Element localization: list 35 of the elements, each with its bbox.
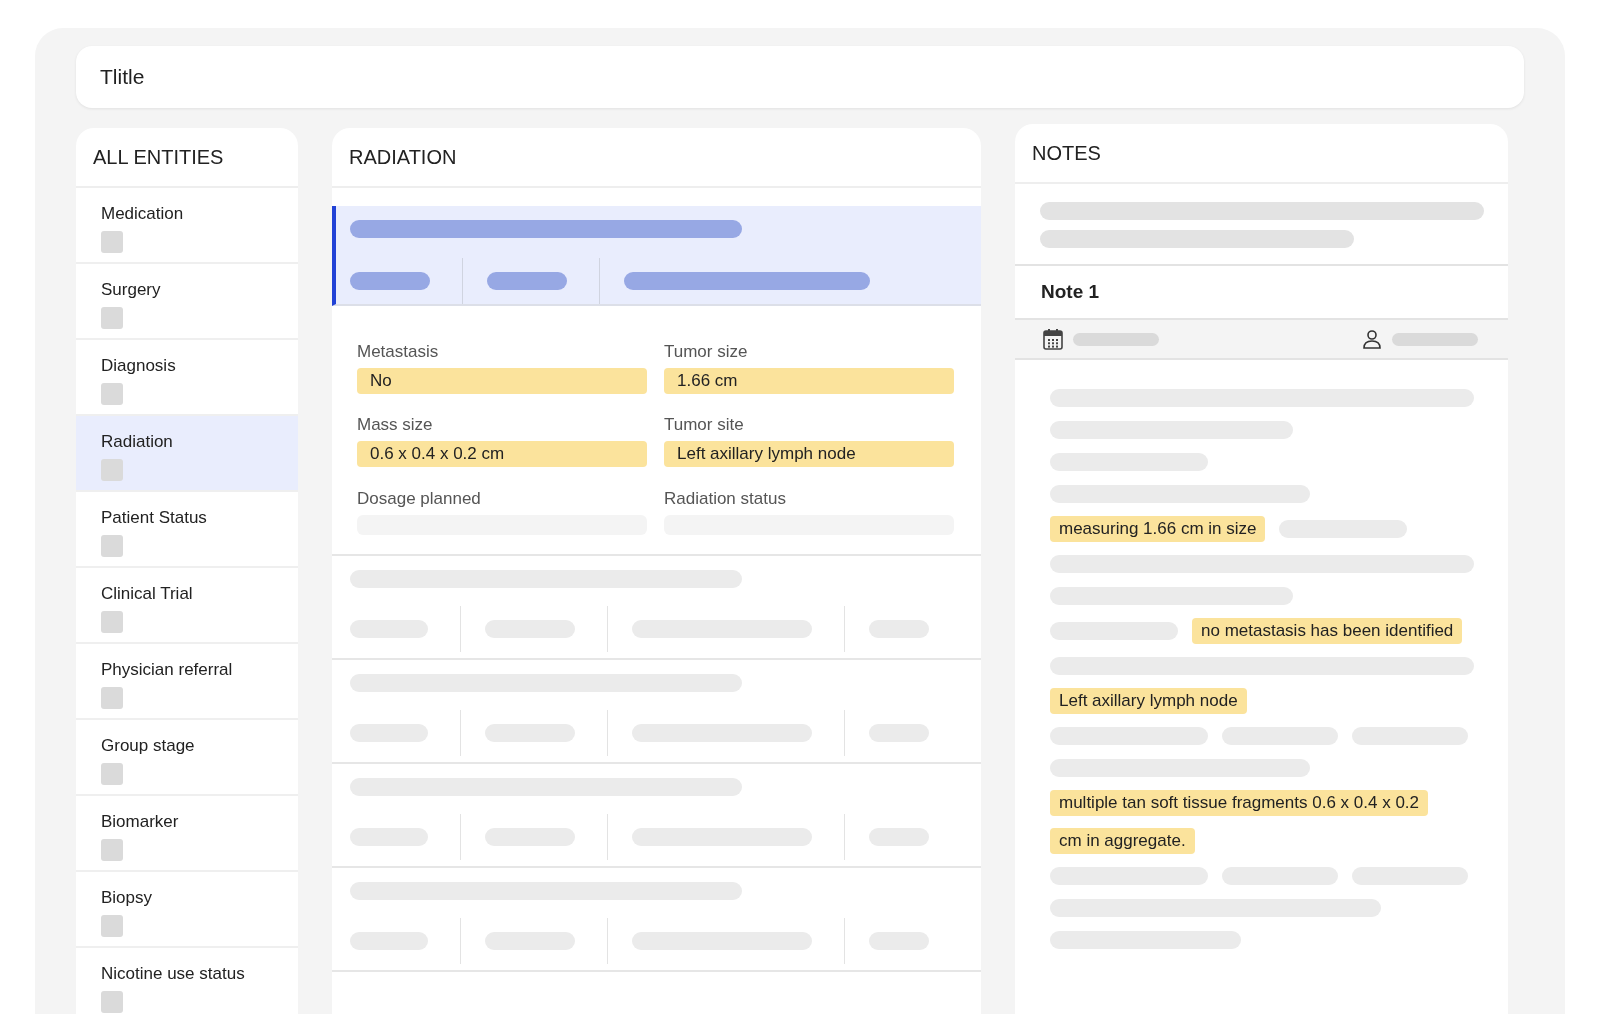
field-label: Mass size bbox=[357, 415, 434, 436]
selected-record-card[interactable] bbox=[332, 206, 981, 306]
panel-heading: RADIATION bbox=[349, 145, 457, 169]
calendar-icon bbox=[1043, 328, 1063, 350]
highlighted-phrase: cm in aggregate. bbox=[1050, 828, 1195, 854]
checkbox[interactable] bbox=[101, 991, 123, 1013]
checkbox[interactable] bbox=[101, 307, 123, 329]
entity-item[interactable]: Radiation bbox=[76, 416, 298, 492]
highlighted-phrase: no metastasis has been identified bbox=[1192, 618, 1463, 644]
panel-heading: NOTES bbox=[1032, 141, 1101, 165]
checkbox[interactable] bbox=[101, 535, 123, 557]
checkbox[interactable] bbox=[101, 763, 123, 785]
field-label: Radiation status bbox=[664, 488, 787, 509]
highlighted-phrase: Left axillary lymph node bbox=[1050, 688, 1247, 714]
field-label: Tumor size bbox=[664, 342, 749, 362]
field-label: Metastasis bbox=[357, 342, 440, 362]
field-value: No bbox=[357, 368, 647, 394]
field-value: 1.66 cm bbox=[664, 368, 954, 394]
field-value: 0.6 x 0.4 x 0.2 cm bbox=[357, 441, 647, 468]
person-icon bbox=[1362, 329, 1382, 349]
page-title: Tlitle bbox=[100, 65, 145, 89]
checkbox[interactable] bbox=[101, 915, 123, 937]
checkbox[interactable] bbox=[101, 459, 123, 481]
field-value: Left axillary lymph node bbox=[664, 441, 954, 468]
highlighted-phrase: multiple tan soft tissue fragments 0.6 x 0.4 x 0.2 bbox=[1050, 790, 1428, 816]
field-label: Tumor site bbox=[664, 415, 745, 436]
highlighted-phrase: measuring 1.66 cm in size bbox=[1050, 516, 1266, 542]
checkbox[interactable] bbox=[101, 231, 123, 253]
checkbox[interactable] bbox=[101, 839, 123, 861]
note-title: Note 1 bbox=[1041, 281, 1100, 303]
checkbox[interactable] bbox=[101, 687, 123, 709]
field-label: Dosage planned bbox=[357, 488, 482, 509]
panel-heading: ALL ENTITIES bbox=[93, 145, 224, 169]
checkbox[interactable] bbox=[101, 611, 123, 633]
checkbox[interactable] bbox=[101, 383, 123, 405]
